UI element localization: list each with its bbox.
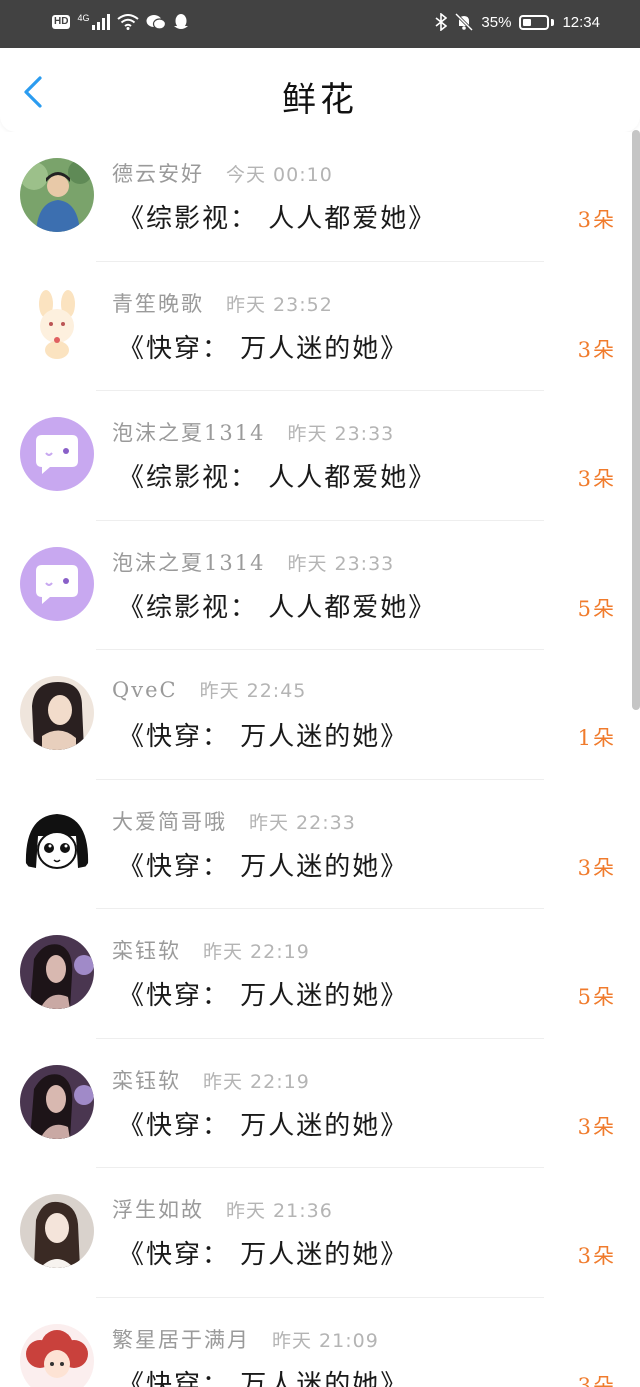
row-meta: 德云安好 今天 00:10 [112,158,333,188]
username[interactable]: 栾钰软 [112,935,181,965]
username[interactable]: QveC [112,678,178,702]
avatar[interactable] [20,935,94,1009]
battery-icon [519,14,555,30]
flower-count: 3朵 [577,337,616,362]
status-bar: HD 4G 35% 12:34 [0,0,640,48]
list-item[interactable]: 泡沫之夏1314 昨天 23:33 《综影视： 人人都爱她》 3朵 [0,391,640,521]
flower-count: 1朵 [577,726,616,750]
username[interactable]: 泡沫之夏1314 [112,417,265,447]
list-item[interactable]: 栾钰软 昨天 22:19 《快穿： 万人迷的她》 3朵 [0,1039,640,1168]
flower-count: 3朵 [577,1244,616,1268]
bluetooth-icon [435,13,448,31]
flower-count: 5朵 [577,985,616,1009]
avatar[interactable] [20,546,94,621]
timestamp: 昨天 23:52 [226,293,333,316]
flower-gift-list[interactable]: 德云安好 今天 00:10 《综影视： 人人都爱她》 3朵 青笙晚歌 昨天 23:52 《快… [0,132,640,1387]
username[interactable]: 栾钰软 [112,1065,181,1095]
book-title[interactable]: 《快穿： 万人迷的她》 [118,328,408,365]
username[interactable]: 德云安好 [112,158,204,188]
avatar[interactable] [20,158,94,232]
list-item[interactable]: QveC 昨天 22:45 《快穿： 万人迷的她》 1朵 [0,650,640,780]
page-title: 鲜花 [282,80,358,120]
row-meta: 繁星居于满月 昨天 21:09 [112,1324,379,1354]
list-item[interactable]: 泡沫之夏1314 昨天 23:33 《综影视： 人人都爱她》 5朵 [0,521,640,650]
flower-count: 3朵 [577,855,616,880]
flower-count: 3朵 [577,1373,616,1387]
hd-badge: HD [52,15,71,29]
timestamp: 今天 00:10 [226,164,333,186]
row-meta: 栾钰软 昨天 22:19 [112,935,310,965]
signal-icon [92,14,111,30]
avatar[interactable] [20,805,94,880]
username[interactable]: 浮生如故 [112,1194,204,1224]
avatar[interactable] [20,287,94,362]
flower-count: 3朵 [577,467,616,491]
book-title[interactable]: 《快穿： 万人迷的她》 [118,846,408,883]
avatar[interactable] [20,1064,94,1139]
timestamp: 昨天 22:33 [249,811,356,834]
username[interactable]: 繁星居于满月 [112,1324,250,1354]
book-title[interactable]: 《快穿： 万人迷的她》 [118,1105,408,1142]
timestamp: 昨天 22:19 [203,1070,310,1093]
timestamp: 昨天 21:09 [272,1329,379,1352]
list-item[interactable]: 大爱简哥哦 昨天 22:33 《快穿： 万人迷的她》 3朵 [0,780,640,909]
status-right: 35% 12:34 [435,13,600,31]
qq-icon [174,14,189,29]
timestamp: 昨天 23:33 [287,423,395,445]
row-meta: 大爱简哥哦 昨天 22:33 [112,806,356,836]
username[interactable]: 青笙晚歌 [112,288,204,318]
book-title[interactable]: 《快穿： 万人迷的她》 [118,975,408,1012]
book-title[interactable]: 《快穿： 万人迷的她》 [118,716,408,753]
list-item[interactable]: 青笙晚歌 昨天 23:52 《快穿： 万人迷的她》 3朵 [0,262,640,391]
book-title[interactable]: 《快穿： 万人迷的她》 [118,1234,408,1271]
book-title[interactable]: 《综影视： 人人都爱她》 [118,587,436,624]
row-meta: 浮生如故 昨天 21:36 [112,1194,333,1224]
wechat-icon [146,15,167,30]
wifi-icon [117,14,140,30]
timestamp: 昨天 21:36 [226,1200,333,1222]
avatar[interactable] [20,417,94,491]
timestamp: 昨天 22:19 [203,941,310,963]
timestamp: 昨天 22:45 [199,680,307,702]
timestamp: 昨天 23:33 [287,552,395,575]
list-item[interactable]: 德云安好 今天 00:10 《综影视： 人人都爱她》 3朵 [0,132,640,262]
book-title[interactable]: 《综影视： 人人都爱她》 [118,198,436,235]
avatar[interactable] [20,1323,94,1387]
mute-bell-icon [455,13,474,31]
row-meta: 青笙晚歌 昨天 23:52 [112,288,333,318]
avatar[interactable] [20,1194,94,1268]
row-meta: 栾钰软 昨天 22:19 [112,1065,310,1095]
row-meta: 泡沫之夏1314 昨天 23:33 [112,547,394,577]
list-item[interactable]: 繁星居于满月 昨天 21:09 《快穿： 万人迷的她》 3朵 [0,1298,640,1387]
network-type: 4G [77,13,90,23]
scrollbar[interactable] [632,130,640,710]
row-meta: 泡沫之夏1314 昨天 23:33 [112,417,394,447]
row-meta: QveC 昨天 22:45 [112,676,306,703]
avatar[interactable] [20,676,94,750]
username[interactable]: 大爱简哥哦 [112,806,227,836]
clock: 12:34 [562,13,600,31]
list-item[interactable]: 浮生如故 昨天 21:36 《快穿： 万人迷的她》 3朵 [0,1168,640,1298]
battery-percent: 35% [481,13,512,31]
book-title[interactable]: 《快穿： 万人迷的她》 [118,1364,408,1387]
username[interactable]: 泡沫之夏1314 [112,547,265,577]
flower-count: 3朵 [577,208,616,232]
status-left: HD 4G [52,13,189,31]
list-item[interactable]: 栾钰软 昨天 22:19 《快穿： 万人迷的她》 5朵 [0,909,640,1039]
nav-header: 鲜花 [0,48,640,132]
flower-count: 5朵 [577,596,616,621]
flower-count: 3朵 [577,1114,616,1139]
book-title[interactable]: 《综影视： 人人都爱她》 [118,457,436,494]
